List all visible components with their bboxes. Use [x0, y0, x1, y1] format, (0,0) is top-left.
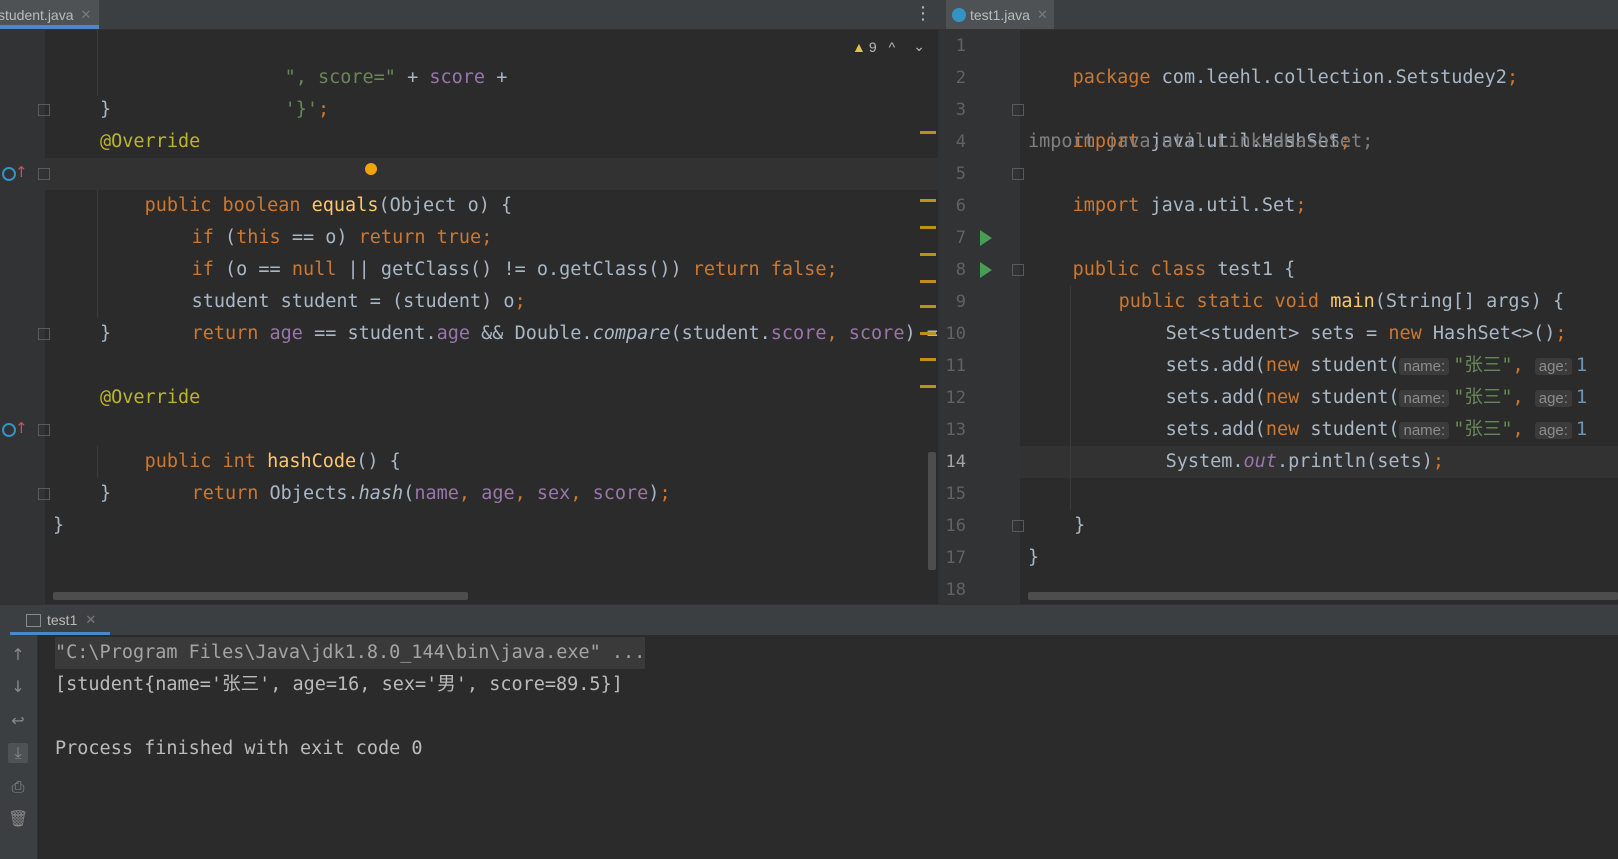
right-editor[interactable]: 1 2 3 4 5 6 7 8 9 10 11 12 13 14 15 16 1… [940, 30, 1618, 604]
code-line: @Override [100, 131, 201, 152]
close-icon[interactable]: ✕ [81, 7, 92, 23]
code-line: } [1028, 547, 1040, 568]
fold-marker[interactable] [1012, 520, 1024, 532]
horizontal-scrollbar-thumb[interactable] [1028, 592, 1618, 600]
code-line: Set<student> sets = new HashSet<>(); [1165, 323, 1567, 344]
console-command-line: "C:\Program Files\Java\jdk1.8.0_144\bin\… [55, 637, 646, 669]
left-gutter [0, 30, 45, 604]
trash-icon[interactable]: 🗑 [8, 809, 28, 829]
soft-wrap-icon[interactable]: ↩ [8, 711, 28, 731]
fold-marker[interactable] [38, 328, 50, 340]
arrow-up-icon: ↑ [15, 163, 28, 181]
parameter-hint: age: [1534, 422, 1572, 439]
fold-marker[interactable] [38, 104, 50, 116]
arrow-down-icon[interactable]: ↓ [8, 677, 28, 697]
code-line: @Override [100, 387, 201, 408]
tab-label: student.java [0, 6, 74, 23]
tab-label: test1.java [970, 6, 1030, 23]
fold-marker[interactable] [38, 424, 50, 436]
warning-stripe-marker[interactable] [920, 253, 936, 256]
tab-label: test1 [47, 612, 78, 628]
code-line: sets.add(new student(name: "张三", age: 1 [1165, 419, 1588, 440]
indent-guide [97, 30, 98, 96]
console-toolbar: ↑ ↓ ↩ ⤓ ⎙ 🗑 [0, 635, 38, 859]
close-icon[interactable]: ✕ [1037, 7, 1048, 23]
console-output-line: [student{name='张三', age=16, sex='男', sco… [55, 674, 623, 695]
code-line: if (o == null || getClass() != o.getClas… [191, 259, 838, 280]
warning-icon: ▲ [852, 38, 866, 55]
code-line: sets.add(new student(name: "张三", age: 1 [1165, 355, 1588, 376]
code-line: return age == student.age && Double.comp… [191, 323, 938, 344]
override-icon[interactable] [2, 167, 16, 181]
warning-stripe-marker[interactable] [920, 385, 936, 388]
code-line: public boolean equals(Object o) { [144, 195, 513, 216]
warning-stripe-marker[interactable] [920, 305, 936, 308]
left-tab-bar: student.java ✕ ⋮ [0, 0, 940, 30]
code-line: return Objects.hash(name, age, sex, scor… [191, 483, 671, 504]
chevron-down-icon[interactable]: ⌄ [913, 38, 925, 55]
code-line: } [1074, 515, 1086, 536]
code-line: import java.util.LinkedHashSet; [1028, 131, 1374, 152]
chevron-up-icon[interactable]: ^ [889, 39, 896, 55]
right-tab-bar: test1.java ✕ [940, 0, 1618, 30]
more-options-icon[interactable]: ⋮ [914, 3, 932, 24]
code-line: import java.util.HashSet; [1072, 131, 1352, 152]
fold-marker[interactable] [1012, 104, 1024, 116]
fold-marker[interactable] [1012, 168, 1024, 180]
code-line: System.out.println(sets); [1165, 451, 1445, 472]
intention-bulb-icon[interactable] [365, 163, 377, 175]
warning-stripe-marker[interactable] [920, 280, 936, 283]
code-line: if (this == o) return true; [191, 227, 493, 248]
active-tab-indicator [0, 25, 99, 29]
override-icon[interactable] [2, 423, 16, 437]
run-console[interactable]: ↑ ↓ ↩ ⤓ ⎙ 🗑 "C:\Program Files\Java\jdk1.… [0, 635, 1618, 859]
warning-stripe-marker[interactable] [920, 131, 936, 134]
indent-guide [1070, 286, 1071, 510]
java-class-icon [952, 7, 966, 22]
code-line: sets.add(new student(name: "张三", age: 1 [1165, 387, 1588, 408]
run-config-icon [26, 613, 41, 627]
fold-marker[interactable] [1012, 264, 1024, 276]
tab-test1-java[interactable]: test1.java ✕ [946, 0, 1054, 29]
print-icon[interactable]: ⎙ [8, 777, 28, 797]
code-line: ", score=" + score + [284, 67, 508, 88]
code-line: student student = (student) o; [191, 291, 526, 312]
warning-stripe-marker[interactable] [920, 199, 936, 202]
scroll-to-end-icon[interactable]: ⤓ [8, 743, 28, 763]
run-tool-window-header: test1 ✕ [0, 604, 1618, 635]
fold-marker[interactable] [38, 168, 50, 180]
code-line: public static void main(String[] args) { [1118, 291, 1565, 312]
run-icon[interactable] [980, 230, 992, 246]
warning-stripe-marker[interactable] [920, 358, 936, 361]
indent-guide [97, 446, 98, 478]
code-line: } [100, 323, 112, 344]
arrow-up-icon: ↑ [15, 419, 28, 437]
code-line: } [100, 99, 112, 120]
console-exit-line: Process finished with exit code 0 [55, 738, 423, 759]
tab-student-java[interactable]: student.java ✕ [0, 0, 99, 29]
code-line: } [53, 515, 65, 536]
close-icon[interactable]: ✕ [85, 612, 96, 628]
code-line: package com.leehl.collection.Setstudey2; [1072, 67, 1519, 88]
fold-marker[interactable] [38, 488, 50, 500]
vertical-scrollbar-thumb[interactable] [928, 452, 936, 570]
indent-guide [97, 190, 98, 318]
warning-summary[interactable]: ▲ 9 ^ ⌄ [852, 38, 925, 55]
tab-run-test1[interactable]: test1 ✕ [10, 605, 110, 635]
horizontal-scrollbar-thumb[interactable] [53, 592, 468, 600]
code-line: public int hashCode() { [144, 451, 401, 472]
run-icon[interactable] [980, 262, 992, 278]
code-line: '}'; [284, 99, 330, 120]
code-line: import java.util.Set; [1072, 195, 1307, 216]
warning-stripe-marker[interactable] [920, 332, 936, 335]
warning-count: 9 [868, 38, 877, 55]
warning-stripe-marker[interactable] [920, 226, 936, 229]
left-editor[interactable]: ↑ ↑ ▲ 9 ^ ⌄ ", score=" + score + '}'; } … [0, 30, 938, 604]
arrow-up-icon[interactable]: ↑ [8, 645, 28, 665]
code-line: public class test1 { [1072, 259, 1296, 280]
code-line: } [100, 483, 112, 504]
